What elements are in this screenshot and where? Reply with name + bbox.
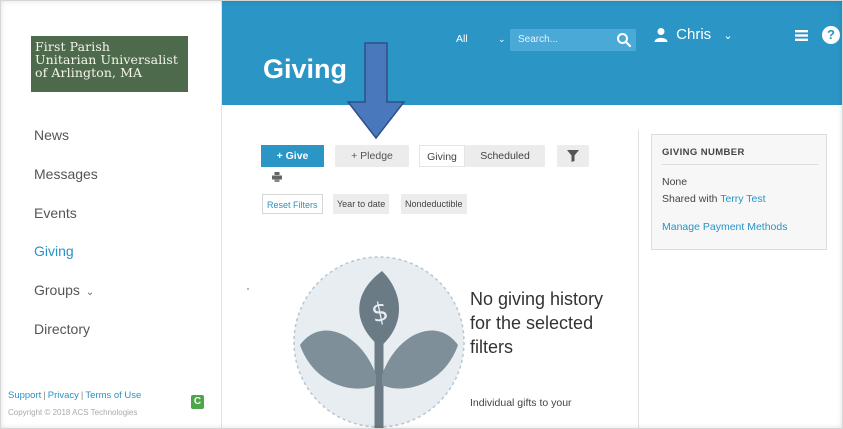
pledge-button[interactable]: + Pledge	[335, 145, 409, 167]
tab-scheduled[interactable]: Scheduled	[465, 145, 545, 167]
sidebar-item-messages[interactable]: Messages	[34, 164, 98, 203]
church-badge-icon[interactable]: C	[191, 395, 204, 409]
filter-icon	[567, 150, 579, 162]
sidebar-item-label: Messages	[34, 165, 98, 182]
filter-button[interactable]	[557, 145, 589, 167]
sidebar-item-news[interactable]: News	[34, 125, 98, 164]
sidebar-item-label: Directory	[34, 320, 91, 337]
footer-separator: |	[80, 390, 84, 401]
chevron-down-icon: ⌄	[85, 287, 95, 299]
filter-chip-nondeductible[interactable]: Nondeductible	[401, 194, 467, 214]
sidebar: First Parish Unitarian Universalist of A…	[0, 0, 222, 429]
panel-divider	[662, 164, 818, 165]
shared-with-text: Shared with Terry Test	[662, 193, 766, 205]
sidebar-item-label: Giving	[34, 243, 74, 260]
chevron-down-icon: ⌄	[723, 30, 733, 42]
shared-with-link[interactable]: Terry Test	[720, 193, 765, 205]
sidebar-item-events[interactable]: Events	[34, 203, 98, 242]
giving-number-value: None	[662, 176, 688, 188]
panel-title: GIVING NUMBER	[662, 147, 745, 158]
reset-filters-button[interactable]: Reset Filters	[262, 194, 323, 214]
footer-separator: |	[43, 390, 46, 401]
giving-view-toggle: Giving Scheduled	[419, 145, 545, 167]
manage-payment-methods-link[interactable]: Manage Payment Methods	[662, 221, 788, 233]
chevron-down-icon: ⌄	[498, 34, 506, 44]
header-bar: Giving All ⌄ Search... Chris ⌄ ?	[222, 0, 843, 105]
search-scope-value: All	[456, 33, 468, 45]
sidebar-item-directory[interactable]: Directory	[34, 319, 98, 358]
footer-links: Support | Privacy | Terms of Use	[8, 390, 141, 401]
search-scope-select[interactable]: All ⌄	[454, 29, 510, 49]
search-icon[interactable]	[616, 32, 632, 48]
annotation-down-arrow	[347, 42, 406, 140]
sidebar-nav: News Messages Events Giving Groups ⌄ Dire…	[34, 125, 98, 358]
sidebar-item-label: Groups	[34, 282, 80, 299]
privacy-link[interactable]: Privacy	[48, 390, 79, 401]
terms-link[interactable]: Terms of Use	[85, 390, 141, 401]
support-link[interactable]: Support	[8, 390, 41, 401]
money-plant-illustration: $	[293, 256, 465, 429]
content-divider	[638, 130, 639, 429]
help-icon[interactable]: ?	[822, 26, 840, 44]
search-placeholder: Search...	[518, 34, 559, 45]
page-title: Giving	[263, 54, 348, 84]
print-icon[interactable]	[272, 172, 282, 182]
stray-mark	[247, 288, 249, 290]
user-icon	[654, 28, 668, 42]
sidebar-item-label: Events	[34, 204, 77, 221]
sidebar-item-groups[interactable]: Groups ⌄	[34, 280, 98, 319]
giving-number-panel: GIVING NUMBER None Shared with Terry Tes…	[651, 134, 827, 250]
list-icon[interactable]	[795, 30, 808, 41]
org-logo[interactable]: First Parish Unitarian Universalist of A…	[31, 36, 188, 92]
sidebar-item-giving[interactable]: Giving	[34, 241, 98, 280]
filter-chip-year-to-date[interactable]: Year to date	[333, 194, 390, 214]
empty-state-title: No giving history for the selected filte…	[470, 289, 604, 357]
search-input[interactable]: Search...	[510, 29, 636, 51]
sidebar-item-label: News	[34, 127, 70, 143]
copyright: Copyright © 2018 ACS Technologies	[8, 408, 138, 417]
empty-state-subtitle: Individual gifts to your	[470, 397, 572, 409]
shared-with-label: Shared with	[662, 193, 718, 205]
user-name: Chris	[676, 26, 712, 43]
tab-giving[interactable]: Giving	[419, 145, 465, 167]
user-menu[interactable]: Chris ⌄	[654, 24, 733, 47]
give-button[interactable]: + Give	[261, 145, 324, 167]
